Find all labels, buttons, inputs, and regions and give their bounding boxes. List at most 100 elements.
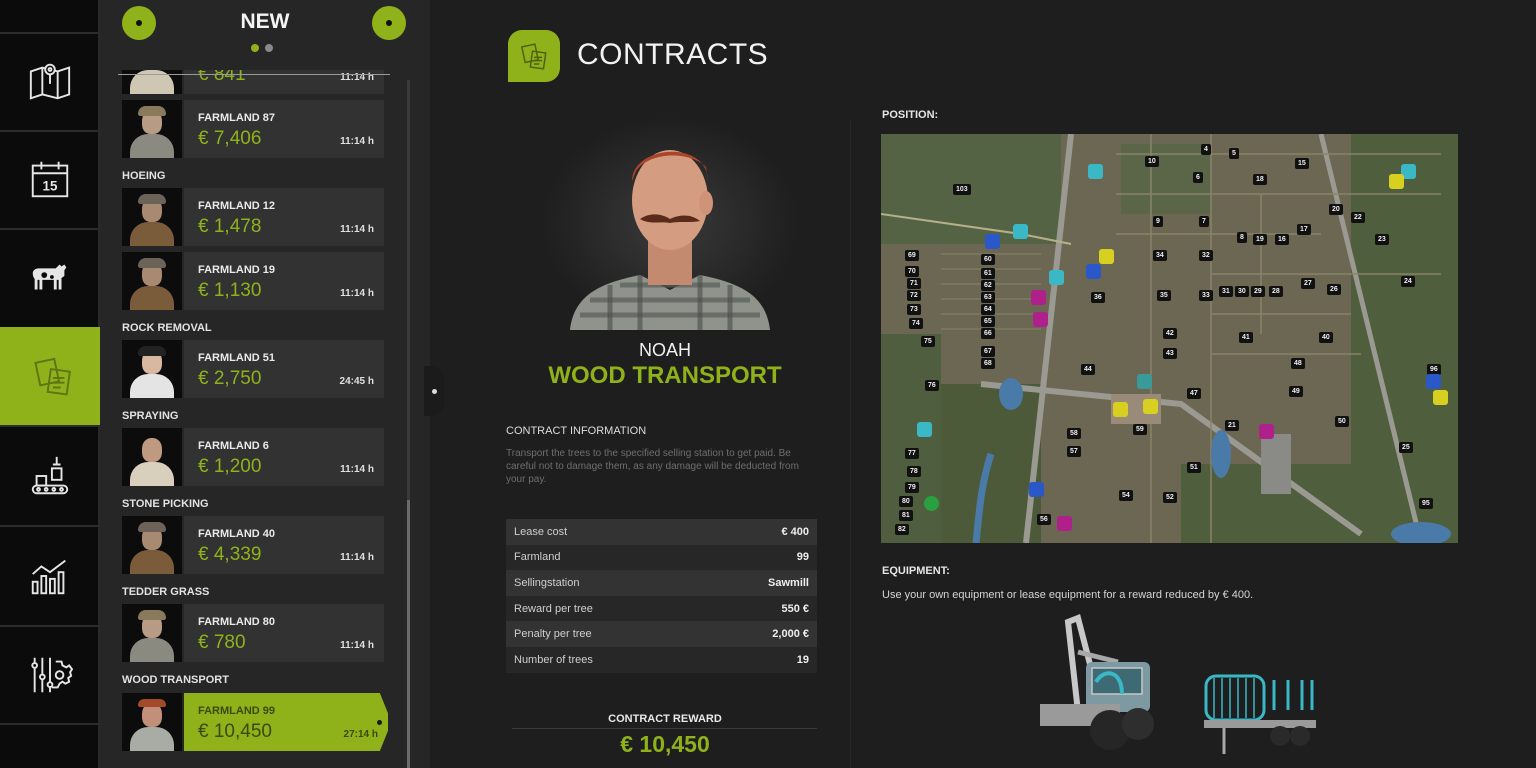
map-poi-sellpoint-icon[interactable] [1099,249,1114,264]
map-poi-sellpoint-icon[interactable] [985,234,1000,249]
map-poi-production-icon[interactable] [1033,312,1048,327]
map-field-label: 25 [1399,442,1413,453]
nav-item-statistics[interactable] [0,525,100,625]
npc-portrait [122,516,182,574]
equipment-forestry-trailer[interactable] [1200,670,1320,765]
contract-card[interactable]: FARMLAND 80 € 780 11:14 h [184,604,384,662]
map-poi-shop-icon[interactable] [1049,270,1064,285]
contract-row[interactable]: FARMLAND 87 € 7,406 11:14 h [122,100,384,158]
equipment-forestry-tractor[interactable] [1038,612,1158,757]
contract-card[interactable]: FARMLAND 87 € 7,406 11:14 h [184,100,384,158]
contract-row[interactable]: FARMLAND 6 € 1,200 11:14 h [122,428,384,486]
contract-price: € 1,130 [198,280,262,301]
map-field-label: 71 [907,278,921,289]
map-poi-sellpoint-icon[interactable] [1426,374,1441,389]
nav-item-contracts[interactable] [0,327,106,425]
contract-reward-value: € 10,450 [620,731,710,757]
map-field-label: 65 [981,316,995,327]
map-poi-sellpoint-icon[interactable] [1029,482,1044,497]
nav-item-animals[interactable] [0,228,100,324]
contract-card-selected[interactable]: FARMLAND 99 € 10,450 27:14 h [184,693,388,751]
map-field-label: 33 [1199,290,1213,301]
map-poi-sellpoint-icon[interactable] [1389,174,1404,189]
map-poi-sellpoint-icon[interactable] [1086,264,1101,279]
map-poi-production-icon[interactable] [1057,516,1072,531]
map-field-label: 56 [1037,514,1051,525]
contract-row-selected[interactable]: FARMLAND 99 € 10,450 27:14 h [122,693,388,751]
page-dot-2[interactable] [265,44,273,52]
npc-portrait [122,604,182,662]
map-field-label: 54 [1119,490,1133,501]
map-poi-tree-icon[interactable] [924,496,939,511]
contract-row[interactable]: FARMLAND 12 € 1,478 11:14 h [122,188,384,246]
nav-item-map[interactable] [0,32,100,128]
detail-row-penalty-per-tree: Penalty per tree 2,000 € [506,621,817,647]
collapse-list-button[interactable] [424,366,444,416]
nav-item-calendar[interactable]: 15 [0,130,100,226]
page-dot-1[interactable] [251,44,259,52]
map-field-label: 63 [981,292,995,303]
contract-row[interactable]: FARMLAND 40 € 4,339 11:14 h [122,516,384,574]
contract-time: 11:14 h [340,288,374,299]
position-map[interactable]: 103 10 4 5 6 15 18 9 7 20 22 8 19 16 17 23 34 32 69 60 70 61 7… [881,134,1458,543]
contract-price: € 780 [198,632,246,653]
map-poi-sawmill-icon[interactable] [1143,399,1158,414]
npc-portrait [122,693,182,751]
category-heading: WOOD TRANSPORT [122,674,229,686]
npc-portrait [122,428,182,486]
contract-row[interactable]: FARMLAND 51 € 2,750 24:45 h [122,340,384,398]
map-poi-sellpoint-icon[interactable] [1113,402,1128,417]
map-field-label: 49 [1289,386,1303,397]
contract-type: WOOD TRANSPORT [548,362,782,389]
map-poi-shop-icon[interactable] [1088,164,1103,179]
detail-label: Reward per tree [514,602,593,615]
category-heading: SPRAYING [122,410,179,422]
detail-value: 99 [796,551,809,564]
map-poi-shop-icon[interactable] [1013,224,1028,239]
arrow-right-icon [431,388,437,394]
scrollbar-thumb[interactable] [407,500,410,768]
cow-icon [32,264,67,290]
map-field-label: 62 [981,280,995,291]
map-field-label: 72 [907,290,921,301]
map-field-label: 40 [1319,332,1333,343]
nav-item-production[interactable] [0,425,100,525]
contract-info-title: CONTRACT INFORMATION [506,425,647,437]
next-page-button[interactable] [372,6,406,40]
contract-row[interactable]: FARMLAND 19 € 1,130 11:14 h [122,252,384,310]
contract-farmland: FARMLAND 12 [198,200,276,212]
contract-card[interactable]: FARMLAND 12 € 1,478 11:14 h [184,188,384,246]
svg-text:15: 15 [43,179,58,194]
map-field-label: 59 [1133,424,1147,435]
map-poi-sellpoint-icon[interactable] [1433,390,1448,405]
contract-card[interactable]: FARMLAND 6 € 1,200 11:14 h [184,428,384,486]
contract-price: € 4,339 [198,544,262,565]
list-scrollbar[interactable] [407,80,410,768]
map-field-label: 19 [1253,234,1267,245]
contract-row[interactable]: FARMLAND 80 € 780 11:14 h [122,604,384,662]
nav-item-settings[interactable] [0,625,100,723]
contract-farmland: FARMLAND 19 [198,264,276,276]
contract-card[interactable]: FARMLAND 40 € 4,339 11:14 h [184,516,384,574]
contract-time: 11:14 h [340,552,374,563]
map-field-label: 15 [1295,158,1309,169]
contract-time: 11:14 h [340,224,374,235]
map-field-label: 78 [907,466,921,477]
map-poi-animal-icon[interactable] [1137,374,1152,389]
contract-card[interactable]: FARMLAND 51 € 2,750 24:45 h [184,340,384,398]
map-poi-shop-icon[interactable] [917,422,932,437]
map-field-label: 7 [1199,216,1209,227]
page-indicator [251,44,273,52]
contract-card[interactable]: FARMLAND 19 € 1,130 11:14 h [184,252,384,310]
map-field-label: 43 [1163,348,1177,359]
map-poi-production-icon[interactable] [1259,424,1274,439]
map-field-label: 8 [1237,232,1247,243]
contract-time: 11:14 h [340,136,374,147]
equipment-title: EQUIPMENT: [882,565,950,577]
detail-label: Penalty per tree [514,628,592,641]
npc-name: NOAH [638,340,691,360]
map-poi-production-icon[interactable] [1031,290,1046,305]
map-field-label: 80 [899,496,913,507]
statistics-icon [31,559,66,595]
map-field-label: 74 [909,318,923,329]
